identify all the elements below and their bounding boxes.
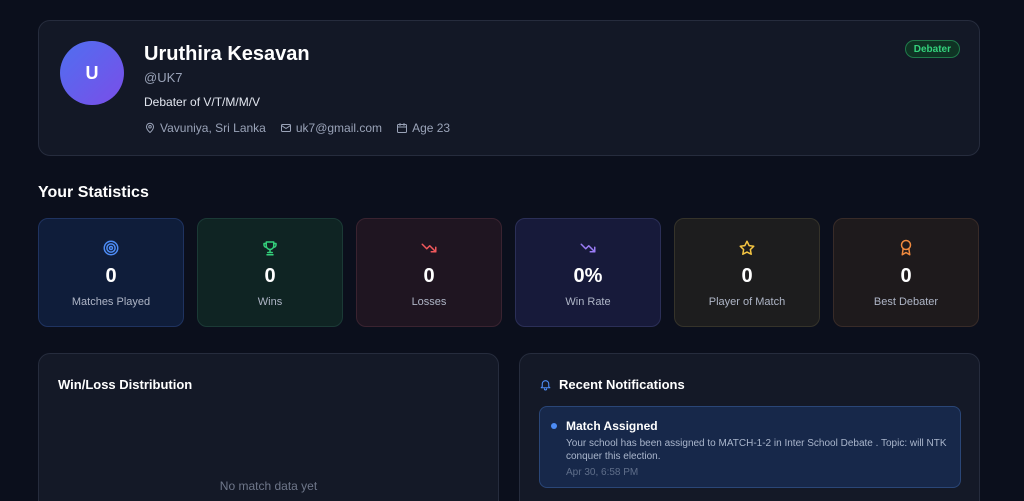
stat-label: Win Rate xyxy=(565,296,611,308)
profile-meta: Vavuniya, Sri Lanka uk7@gmail.com Age 23 xyxy=(144,121,450,135)
calendar-icon xyxy=(397,123,408,133)
avatar[interactable]: U xyxy=(60,41,124,105)
profile-name: Uruthira Kesavan xyxy=(144,43,310,65)
trophy-icon xyxy=(261,239,279,257)
profile-handle: @UK7 xyxy=(144,70,183,85)
empty-state-text: No match data yet xyxy=(219,479,318,493)
notifications-title-text: Recent Notifications xyxy=(559,377,685,392)
win-loss-panel: Win/Loss Distribution No match data yet xyxy=(38,353,499,501)
award-icon xyxy=(897,239,915,257)
stat-card-matches-played: 0 Matches Played xyxy=(38,218,184,327)
map-pin-icon xyxy=(146,122,154,133)
email-item: uk7@gmail.com xyxy=(280,121,382,135)
stat-card-wins: 0 Wins xyxy=(197,218,343,327)
trending-down-icon xyxy=(579,239,597,257)
stat-label: Matches Played xyxy=(71,296,151,308)
email-text: uk7@gmail.com xyxy=(295,121,383,135)
win-loss-title: Win/Loss Distribution xyxy=(58,377,192,392)
unread-dot xyxy=(551,423,557,429)
stat-label: Player of Match xyxy=(708,296,786,308)
age-item: Age 23 xyxy=(396,121,450,135)
target-icon xyxy=(102,239,120,257)
stat-value: 0 xyxy=(900,265,912,287)
notification-body: Your school has been assigned to MATCH-1… xyxy=(566,438,947,462)
statistics-title: Your Statistics xyxy=(38,184,149,201)
mail-icon xyxy=(280,124,291,132)
age-text: Age 23 xyxy=(412,121,451,135)
stat-card-player-of-match: 0 Player of Match xyxy=(674,218,820,327)
profile-card: U Uruthira Kesavan @UK7 Debater of V/T/M… xyxy=(38,20,980,156)
bell-icon xyxy=(540,380,551,391)
notification-time: Apr 30, 6:58 PM xyxy=(566,467,639,478)
win-loss-title-text: Win/Loss Distribution xyxy=(58,377,193,392)
stat-value: 0 xyxy=(105,265,117,287)
location-item: Vavuniya, Sri Lanka xyxy=(144,121,266,135)
role-badge: Debater xyxy=(904,40,960,58)
stat-value: 0 xyxy=(741,265,753,287)
stat-label: Losses xyxy=(411,296,447,308)
stat-value: 0 xyxy=(264,265,276,287)
stat-value: 0 xyxy=(423,265,435,287)
notification-title: Match Assigned xyxy=(566,419,658,433)
star-icon xyxy=(738,239,756,257)
notifications-panel: Recent Notifications Match Assigned Your… xyxy=(519,353,980,501)
trending-down-icon xyxy=(420,239,438,257)
stat-value: 0% xyxy=(573,265,603,287)
stat-label: Best Debater xyxy=(873,296,939,308)
stat-card-best-debater: 0 Best Debater xyxy=(833,218,979,327)
stat-card-losses: 0 Losses xyxy=(356,218,502,327)
stat-label: Wins xyxy=(257,296,283,308)
profile-bio: Debater of V/T/M/M/V xyxy=(144,95,261,109)
notifications-title: Recent Notifications xyxy=(539,377,685,392)
stat-card-win-rate: 0% Win Rate xyxy=(515,218,661,327)
notification-item[interactable]: Match Assigned Your school has been assi… xyxy=(539,406,961,488)
location-text: Vavuniya, Sri Lanka xyxy=(160,121,266,135)
